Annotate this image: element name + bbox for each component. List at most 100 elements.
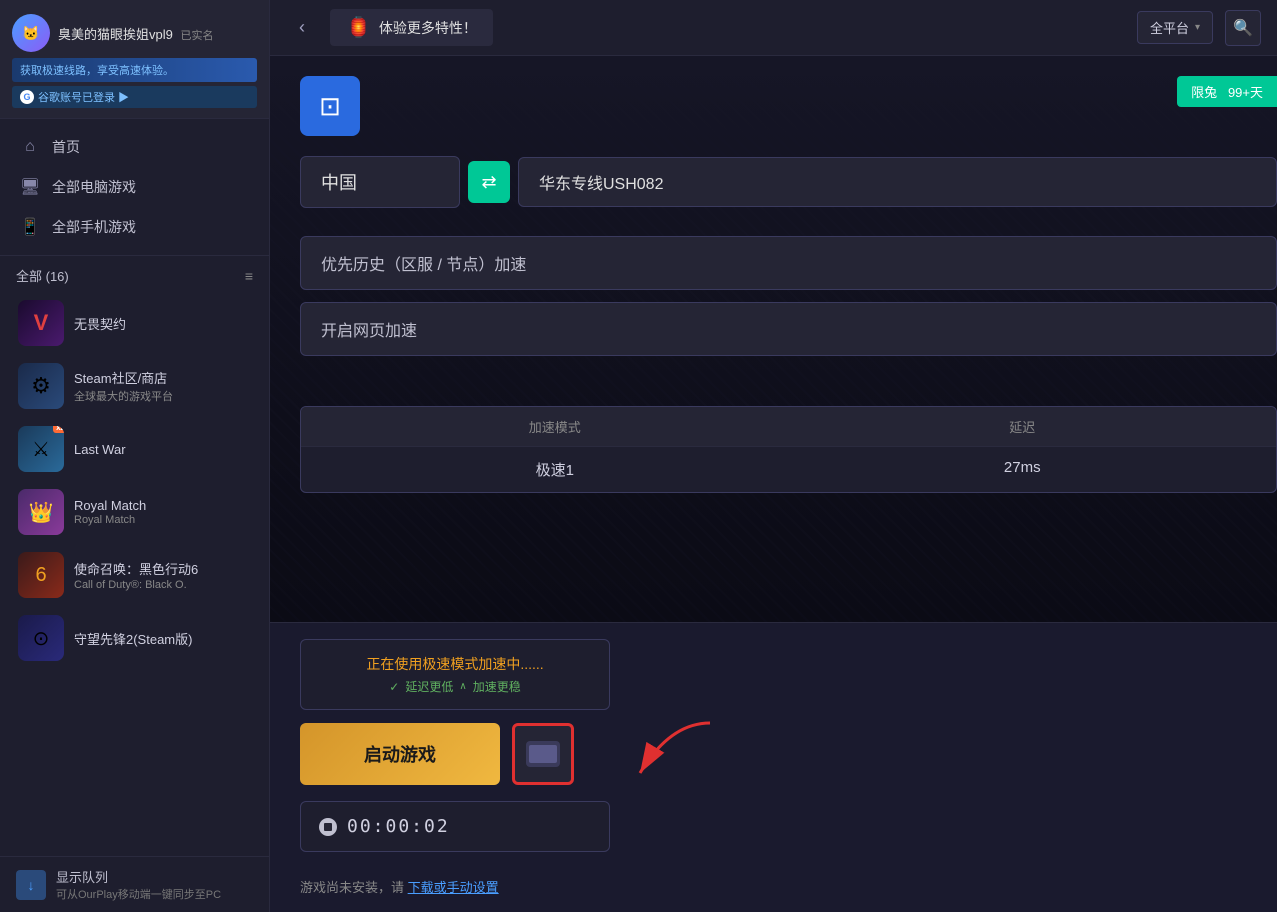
install-note: 游戏尚未安装，请 下载或手动设置 [300,877,499,896]
games-count: 全部 (16) [16,266,69,285]
search-button[interactable]: 🔍 [1225,10,1261,46]
nav-mobile-games[interactable]: 📱 全部手机游戏 [0,207,269,247]
limit-label: 限兔 [1191,85,1217,100]
timer-row: 00:00:02 [300,801,610,852]
google-login-text: 谷歌账号已登录 ▶ [38,89,129,105]
status-sub: ✓ 延迟更低 ∧ 加速更稳 [319,678,591,695]
speed-table-row: 极速1 27ms [301,446,1276,492]
game-item-cod[interactable]: 6 使命召唤：黑色行动6 Call of Duty®: Black O. [6,544,263,606]
check-icon: ✓ [389,680,399,694]
server-switch-button[interactable]: ⇄ [468,161,510,203]
game-icon-overwatch: ⊙ [18,615,64,661]
speed-cell-mode: 极速1 [321,459,789,480]
game-item-overwatch[interactable]: ⊙ 守望先锋2(Steam版) [6,607,263,669]
nav-pc-games-label: 全部电脑游戏 [52,177,136,197]
limit-badge: 限兔 99+天 [1177,76,1277,107]
platform-selector[interactable]: 全平台 ▾ [1137,11,1213,44]
search-icon: 🔍 [1233,18,1253,38]
nav-home-label: 首页 [52,137,80,157]
games-list: V 无畏契约 ⚙ Steam社区/商店 全球最大的游戏平台 ⚔ x2 Last … [0,291,269,856]
game-subtitle-cod: Call of Duty®: Black O. [74,579,198,591]
server-row: 中国 ⇄ 华东专线USH082 [300,156,1277,208]
game-icon-wuji: V [18,300,64,346]
game-item-lastwar[interactable]: ⚔ x2 Last War [6,418,263,480]
game-item-steam[interactable]: ⚙ Steam社区/商店 全球最大的游戏平台 [6,355,263,417]
game-name-steam: Steam社区/商店 [74,368,173,387]
festival-banner[interactable]: 🏮 体验更多特性！ [330,9,493,46]
game-name-cod: 使命召唤：黑色行动6 [74,559,198,578]
nav-pc-games[interactable]: 🖥 全部电脑游戏 [0,167,269,207]
game-name-lastwar: Last War [74,442,126,457]
game-icon-lastwar: ⚔ x2 [18,426,64,472]
status-sub-arrow: ∧ [459,681,466,692]
sidebar: 🐱 臭美的猫眼挨姐vpl9 已实名 获取极速线路，享受高速体验。 G 谷歌账号已… [0,0,270,912]
game-icon-cod: 6 [18,552,64,598]
server-to: 华东专线USH082 [518,157,1277,207]
game-name-royalmatch: Royal Match [74,498,146,513]
install-link[interactable]: 下载或手动设置 [408,880,499,895]
status-sub-text-2: 加速更稳 [473,678,521,695]
nav-section: ⌂ 首页 🖥 全部电脑游戏 📱 全部手机游戏 [0,119,269,256]
top-bar: ‹ 🏮 体验更多特性！ 全平台 ▾ 🔍 [270,0,1277,56]
speed-table: 加速模式 延迟 极速1 27ms [300,406,1277,493]
username: 臭美的猫眼挨姐vpl9 已实名 [58,24,257,43]
vpn-icon-card: ⊡ [300,76,360,136]
bottom-bar[interactable]: ↓ 显示队列 可从OurPlay移动端一键同步至PC [0,856,269,912]
sort-icon[interactable]: ≡ [245,268,253,284]
red-arrow-indicator [610,713,730,793]
status-sub-text-1: 延迟更低 [405,678,453,695]
username-text: 臭美的猫眼挨姐vpl9 [58,27,173,42]
download-icon: ↓ [16,870,46,900]
game-name-overwatch: 守望先锋2(Steam版) [74,629,192,648]
user-info: 臭美的猫眼挨姐vpl9 已实名 [58,24,257,43]
vpn-toggle-button[interactable] [512,723,574,785]
vpn-toggle-screen [529,745,557,763]
web-acceleration-button[interactable]: 开启网页加速 [300,302,1277,356]
game-icon-steam: ⚙ [18,363,64,409]
bottom-panel: 正在使用极速模式加速中...... ✓ 延迟更低 ∧ 加速更稳 启动游戏 [270,622,1277,912]
speed-table-header: 加速模式 延迟 [301,407,1276,446]
priority-history-button[interactable]: 优先历史（区服 / 节点）加速 [300,236,1277,290]
x2-badge: x2 [53,426,64,433]
start-game-button[interactable]: 启动游戏 [300,723,500,785]
game-subtitle-steam: 全球最大的游戏平台 [74,388,173,404]
google-logo-icon: G [20,90,34,104]
limit-value: 99+天 [1228,85,1263,100]
nav-home[interactable]: ⌂ 首页 [0,127,269,167]
monitor-icon: 🖥 [20,177,40,197]
timer-stop-button[interactable] [319,818,337,836]
games-header: 全部 (16) ≡ [0,256,269,291]
nav-mobile-games-label: 全部手机游戏 [52,217,136,237]
speed-col-delay: 延迟 [789,417,1257,436]
google-login-btn[interactable]: G 谷歌账号已登录 ▶ [12,86,257,108]
verified-badge: 已实名 [180,30,213,42]
game-name-wuji: 无畏契约 [74,314,126,333]
platform-arrow-icon: ▾ [1195,22,1200,33]
platform-text: 全平台 [1150,18,1189,37]
status-banner: 正在使用极速模式加速中...... ✓ 延迟更低 ∧ 加速更稳 [300,639,610,710]
user-row: 🐱 臭美的猫眼挨姐vpl9 已实名 [12,14,257,52]
server-from: 中国 [300,156,460,208]
stop-icon [324,823,332,831]
main-content: ‹ 🏮 体验更多特性！ 全平台 ▾ 🔍 ⊡ 限兔 99+天 中国 ⇄ [270,0,1277,912]
festival-icon: 🏮 [346,15,371,40]
speed-col-mode: 加速模式 [321,417,789,436]
bottom-bar-subtitle: 可从OurPlay移动端一键同步至PC [56,886,221,902]
speed-cell-delay: 27ms [789,459,1257,480]
vpn-icon: ⊡ [319,91,341,122]
game-item-wuji[interactable]: V 无畏契约 [6,292,263,354]
vpn-toggle-inner [526,741,560,767]
game-item-royalmatch[interactable]: 👑 Royal Match Royal Match [6,481,263,543]
game-subtitle-royalmatch: Royal Match [74,514,146,526]
promo-bar[interactable]: 获取极速线路，享受高速体验。 [12,58,257,82]
avatar: 🐱 [12,14,50,52]
status-active-text: 正在使用极速模式加速中...... [319,654,591,674]
timer-display: 00:00:02 [347,816,450,837]
install-note-text: 游戏尚未安装，请 [300,880,404,895]
home-icon: ⌂ [20,137,40,157]
hero-area: ⊡ 限兔 99+天 中国 ⇄ 华东专线USH082 优先历史（区服 / 节点）加… [270,56,1277,622]
user-section: 🐱 臭美的猫眼挨姐vpl9 已实名 获取极速线路，享受高速体验。 G 谷歌账号已… [0,0,269,119]
game-icon-royalmatch: 👑 [18,489,64,535]
festival-text: 体验更多特性！ [379,18,477,38]
back-button[interactable]: ‹ [286,12,318,44]
